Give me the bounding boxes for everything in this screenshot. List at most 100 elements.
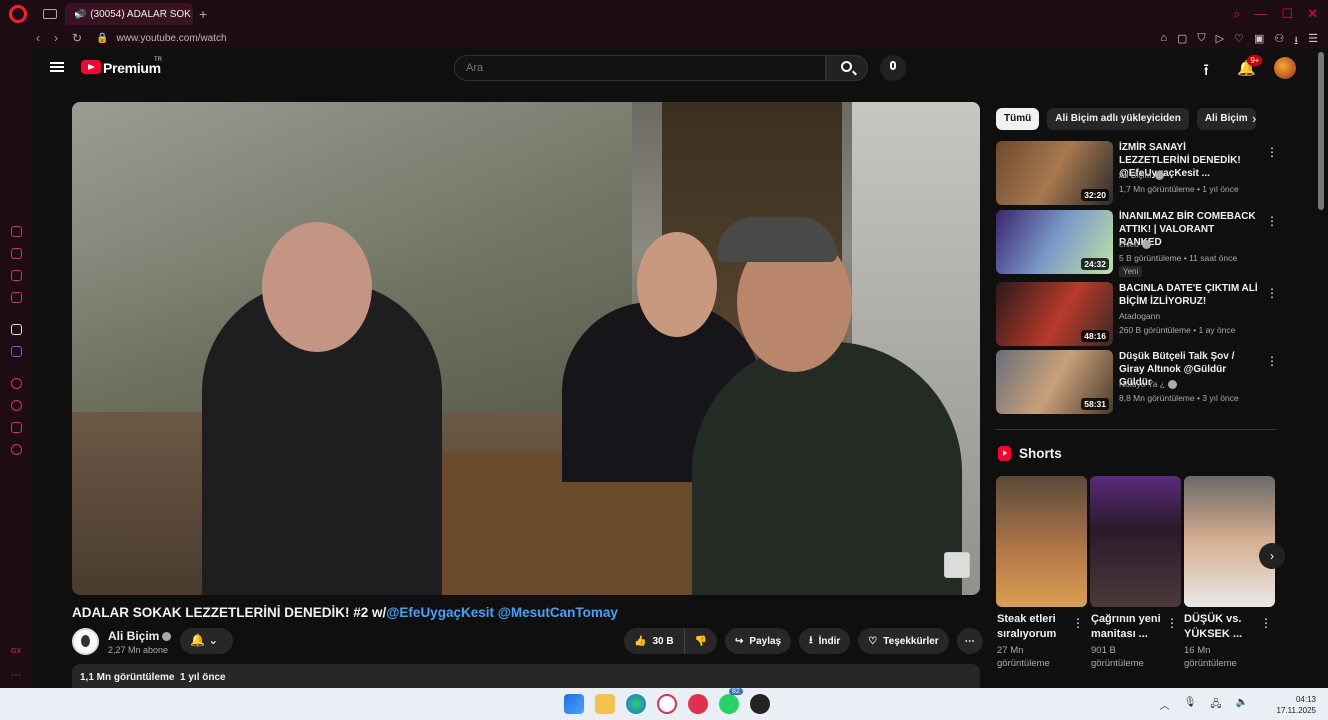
- voice-search-button[interactable]: [880, 55, 906, 81]
- system-clock[interactable]: 04:13 17.11.2025: [1277, 694, 1316, 716]
- recommendation-title[interactable]: BACINLA DATE'E ÇIKTIM ALİ BİÇİM İZLİYORU…: [1119, 282, 1259, 308]
- short-title[interactable]: DÜŞÜK vs. YÜKSEK ...: [1184, 612, 1264, 642]
- download-button[interactable]: ⭳ İndir: [799, 628, 851, 654]
- sidebar-twitch-icon[interactable]: [11, 346, 22, 357]
- short-title[interactable]: Steak etleri sıralıyorum: [997, 612, 1077, 642]
- recommendation-menu-icon[interactable]: ⋮: [1266, 354, 1278, 368]
- volume-icon[interactable]: 🔈: [1236, 697, 1248, 714]
- new-badge: Yeni: [1119, 266, 1143, 277]
- menu-icon[interactable]: [50, 62, 64, 72]
- header-actions: 🔔 9+: [1203, 55, 1296, 79]
- user-avatar[interactable]: [1274, 57, 1296, 79]
- chips-next-arrow-icon[interactable]: ›: [1252, 111, 1256, 126]
- recommendation-item[interactable]: 58:31 Düşük Bütçeli Talk Şov / Giray Alt…: [996, 350, 1278, 414]
- short-thumbnail[interactable]: [996, 476, 1087, 607]
- recommendation-channel[interactable]: Atadogann: [1119, 311, 1160, 321]
- short-menu-icon[interactable]: ⋮: [1072, 616, 1084, 630]
- network-icon[interactable]: 🖧: [1210, 697, 1221, 714]
- search-button[interactable]: [826, 55, 868, 81]
- recommendation-thumbnail[interactable]: 58:31: [996, 350, 1113, 414]
- recommendation-item[interactable]: 24:32 İNANILMAZ BİR COMEBACK ATTIK! | VA…: [996, 210, 1278, 277]
- recommendation-menu-icon[interactable]: ⋮: [1266, 214, 1278, 228]
- aria-icon[interactable]: [11, 226, 22, 237]
- title-mention-link-1[interactable]: @EfeUygaçKesit: [386, 605, 494, 620]
- recommendation-menu-icon[interactable]: ⋮: [1266, 286, 1278, 300]
- like-button[interactable]: 👍 30 B: [624, 628, 685, 654]
- short-thumbnail[interactable]: [1090, 476, 1181, 607]
- recommendation-item[interactable]: 32:20 İZMİR SANAYİ LEZZETLERİNİ DENEDİK!…: [996, 141, 1278, 205]
- recommendation-thumbnail[interactable]: 48:16: [996, 282, 1113, 346]
- channel-watermark[interactable]: [944, 552, 970, 578]
- video-player[interactable]: [72, 102, 980, 595]
- recommendation-channel[interactable]: Ali Biçim: [1119, 170, 1164, 181]
- maximize-button[interactable]: ☐: [1281, 6, 1293, 22]
- sidebar-more-icon[interactable]: ⋯: [11, 670, 22, 681]
- close-window-button[interactable]: ✕: [1307, 6, 1318, 22]
- forward-button[interactable]: ›: [54, 31, 58, 45]
- sidebar-messenger-icon[interactable]: [11, 248, 22, 259]
- thanks-heart-icon: ♡: [868, 635, 878, 647]
- back-button[interactable]: ‹: [36, 31, 40, 45]
- recommendation-thumbnail[interactable]: 32:20: [996, 141, 1113, 205]
- microphone-tray-icon[interactable]: 🎙: [1184, 697, 1197, 714]
- youtube-premium-label[interactable]: Premium: [103, 60, 161, 76]
- sidebar-music-icon[interactable]: [11, 292, 22, 303]
- edge-browser-icon[interactable]: [626, 694, 646, 714]
- clock-time: 04:13: [1295, 695, 1316, 704]
- notifications-bell-icon[interactable]: 🔔 9+: [1237, 55, 1263, 77]
- whatsapp-icon[interactable]: 82: [719, 688, 743, 714]
- recommendation-thumbnail[interactable]: 24:32: [996, 210, 1113, 274]
- search-input[interactable]: [466, 62, 806, 74]
- recommendation-item[interactable]: 48:16 BACINLA DATE'E ÇIKTIM ALİ BİÇİM İZ…: [996, 282, 1278, 346]
- title-mention-link-2[interactable]: @MesutCanTomay: [498, 605, 618, 620]
- shorts-next-button[interactable]: ›: [1259, 543, 1285, 569]
- sidebar-extensions-icon[interactable]: [11, 422, 22, 433]
- sidebar-gx-icon[interactable]: GX: [11, 648, 22, 659]
- steam-icon[interactable]: [750, 694, 770, 714]
- channel-avatar[interactable]: [72, 628, 99, 655]
- reload-button[interactable]: ↻: [72, 31, 82, 45]
- chip-channel[interactable]: Ali Biçim: [1196, 108, 1256, 130]
- recommendation-menu-icon[interactable]: ⋮: [1266, 145, 1278, 159]
- youtube-music-icon[interactable]: [688, 694, 708, 714]
- share-button[interactable]: ↪ Paylaş: [725, 628, 792, 654]
- short-menu-icon[interactable]: ⋮: [1166, 616, 1178, 630]
- recommendation-meta: 1,7 Mn görüntüleme • 1 yıl önce: [1119, 184, 1239, 194]
- minimize-button[interactable]: —: [1254, 6, 1267, 22]
- upload-icon[interactable]: [1203, 59, 1219, 77]
- page-scrollbar[interactable]: [1318, 52, 1324, 210]
- sidebar-tiktok-icon[interactable]: [11, 324, 22, 335]
- more-actions-button[interactable]: ⋯: [956, 628, 983, 654]
- nav-buttons: ‹ › ↻: [36, 31, 82, 45]
- file-explorer-icon[interactable]: [595, 694, 615, 714]
- recommendation-channel[interactable]: Noluyo Ya ¿: [1119, 379, 1177, 390]
- lock-icon[interactable]: 🔒: [96, 33, 108, 44]
- sidebar-settings-icon[interactable]: [11, 444, 22, 455]
- sidebar-history-icon[interactable]: [11, 400, 22, 411]
- url-field[interactable]: www.youtube.com/watch: [117, 33, 227, 44]
- browser-tab-youtube[interactable]: 🔊 (30054) ADALAR SOK: [65, 3, 193, 25]
- subscription-bell-button[interactable]: 🔔 ⌄: [180, 628, 233, 654]
- search-icon: [841, 61, 852, 72]
- dislike-button[interactable]: 👎: [684, 628, 718, 654]
- chip-from-uploader[interactable]: Ali Biçim adlı yükleyiciden: [1047, 108, 1189, 130]
- tab-overview-icon[interactable]: [43, 9, 57, 19]
- new-tab-button[interactable]: +: [199, 6, 207, 22]
- sidebar-player-icon[interactable]: [11, 378, 22, 389]
- search-tabs-icon[interactable]: ⌕: [1233, 6, 1240, 22]
- thanks-button[interactable]: ♡ Teşekkürler: [858, 628, 949, 654]
- short-thumbnail[interactable]: [1184, 476, 1275, 607]
- microphone-icon: [890, 61, 896, 70]
- opera-logo-icon[interactable]: [9, 5, 27, 23]
- chip-all[interactable]: Tümü: [996, 108, 1040, 130]
- tray-chevron-icon[interactable]: ︿: [1160, 697, 1170, 714]
- recommendation-channel[interactable]: cNed: [1119, 239, 1151, 250]
- opera-gx-icon[interactable]: [657, 694, 677, 714]
- windows-start-icon[interactable]: [564, 694, 584, 714]
- sidebar-chat-icon[interactable]: [11, 270, 22, 281]
- youtube-logo-icon[interactable]: [81, 60, 101, 74]
- short-title[interactable]: Çağrının yeni manitası ...: [1091, 612, 1171, 642]
- download-label: İndir: [818, 635, 841, 647]
- channel-name[interactable]: Ali Biçim: [108, 629, 159, 643]
- short-menu-icon[interactable]: ⋮: [1260, 616, 1272, 630]
